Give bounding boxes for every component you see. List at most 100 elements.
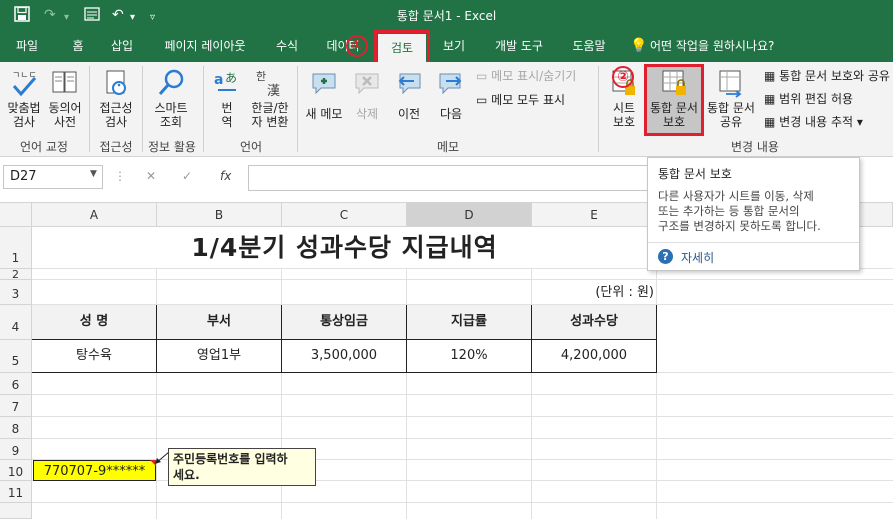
tab-view[interactable]: 보기 bbox=[434, 30, 474, 62]
window-title: 통합 문서1 - Excel bbox=[396, 9, 497, 23]
name-box[interactable]: D27 bbox=[3, 165, 103, 189]
row-header[interactable]: 8 bbox=[0, 417, 32, 439]
ribbon-tabs: 파일 홈 삽입 페이지 레이아웃 수식 데이터 검토 보기 개발 도구 도움말 … bbox=[0, 30, 893, 62]
cell-a10[interactable]: 770707-9****** bbox=[33, 460, 156, 481]
accessibility-check-button[interactable]: 접근성 검사 bbox=[92, 68, 140, 129]
comments-icon: ▭ bbox=[476, 93, 492, 107]
column-header[interactable]: D bbox=[407, 203, 532, 227]
tab-developer[interactable]: 개발 도구 bbox=[484, 30, 554, 62]
row-header[interactable]: 11 bbox=[0, 481, 32, 503]
table-cell[interactable]: 120% bbox=[407, 340, 531, 372]
select-all-corner[interactable] bbox=[0, 203, 32, 227]
magnifier-icon bbox=[158, 69, 184, 95]
comment-box[interactable]: 주민등록번호를 입력하 세요. bbox=[168, 448, 316, 486]
tab-home[interactable]: 홈 bbox=[58, 30, 98, 62]
group-insights-label: 정보 활용 bbox=[148, 140, 196, 154]
table-header-cell[interactable]: 부서 bbox=[157, 305, 281, 339]
row-header[interactable]: 10 bbox=[0, 460, 32, 481]
group-divider bbox=[297, 66, 298, 152]
thesaurus-button[interactable]: 동의어 사전 bbox=[46, 68, 84, 129]
svg-text:漢: 漢 bbox=[267, 84, 280, 98]
group-divider bbox=[598, 66, 599, 152]
track-changes-button[interactable]: ▦ 변경 내용 추적 ▾ bbox=[764, 114, 863, 130]
column-header[interactable]: A bbox=[32, 203, 157, 227]
spelling-button[interactable]: ㄱㄴㄷ 맞춤법 검사 bbox=[2, 68, 46, 129]
new-comment-icon bbox=[312, 73, 336, 95]
title-bar: ↷ ▾ ↶ ▾ ▿ 통합 문서1 - Excel bbox=[0, 0, 893, 30]
unit-label: (단위 : 원) bbox=[595, 285, 654, 300]
row-header[interactable]: 9 bbox=[0, 439, 32, 460]
smart-lookup-button[interactable]: 스마트 조회 bbox=[146, 68, 196, 129]
step-1-marker: ① bbox=[346, 35, 368, 57]
show-all-comments-button[interactable]: ▭ 메모 모두 표시 bbox=[476, 92, 565, 108]
insert-function-icon[interactable]: fx bbox=[220, 169, 231, 183]
spelling-icon: ㄱㄴㄷ bbox=[12, 71, 37, 97]
tab-insert[interactable]: 삽입 bbox=[100, 30, 144, 62]
tooltip-protect-workbook: 통합 문서 보호 다른 사용자가 시트를 이동, 삭제 또는 추가하는 등 통합… bbox=[647, 157, 860, 271]
show-hide-comment-button[interactable]: ▭ 메모 표시/숨기기 bbox=[476, 68, 576, 84]
tooltip-more-link[interactable]: 자세히 bbox=[681, 249, 714, 266]
tab-page-layout[interactable]: 페이지 레이아웃 bbox=[150, 30, 260, 62]
cancel-icon[interactable]: ✕ bbox=[146, 169, 156, 183]
row-header[interactable]: 4 bbox=[0, 305, 32, 340]
edit-ranges-icon: ▦ bbox=[764, 92, 780, 106]
new-comment-button[interactable]: 새 메모 bbox=[302, 68, 346, 121]
table-cell[interactable]: 탕수육 bbox=[32, 340, 156, 372]
column-header[interactable]: C bbox=[282, 203, 407, 227]
delete-comment-icon bbox=[355, 73, 379, 95]
column-header[interactable]: B bbox=[157, 203, 282, 227]
protect-share-workbook-button[interactable]: ▦ 통합 문서 보호와 공유 bbox=[764, 68, 890, 84]
gridline bbox=[32, 394, 893, 395]
step-2-marker: ② bbox=[612, 66, 634, 88]
column-header[interactable]: E bbox=[532, 203, 657, 227]
tooltip-title: 통합 문서 보호 bbox=[658, 167, 732, 181]
protect-share-icon: ▦ bbox=[764, 69, 780, 83]
row-header[interactable]: 1 bbox=[0, 227, 32, 269]
gridline bbox=[32, 480, 893, 481]
tab-formulas[interactable]: 수식 bbox=[266, 30, 308, 62]
allow-edit-ranges-button[interactable]: ▦ 범위 편집 허용 bbox=[764, 91, 853, 107]
share-workbook-button[interactable]: 통합 문서 공유 bbox=[704, 68, 758, 129]
row-header[interactable]: 6 bbox=[0, 373, 32, 395]
gridline bbox=[32, 279, 893, 280]
translate-button[interactable]: aあ 번 역 bbox=[208, 68, 246, 129]
highlight-review-tab bbox=[374, 30, 430, 66]
help-icon: ? bbox=[658, 249, 673, 264]
table-header-cell[interactable]: 통상임금 bbox=[282, 305, 406, 339]
name-box-dropdown-icon[interactable]: ▼ bbox=[90, 169, 97, 179]
enter-icon[interactable]: ✓ bbox=[182, 169, 192, 183]
formula-input[interactable] bbox=[248, 165, 648, 191]
hanja-icon: 한漢 bbox=[256, 70, 280, 99]
table-cell[interactable]: 3,500,000 bbox=[282, 340, 406, 372]
comment-toggle-icon: ▭ bbox=[476, 69, 492, 83]
highlight-protect-workbook bbox=[644, 64, 704, 136]
group-proofing-label: 언어 교정 bbox=[20, 140, 68, 154]
tell-me-search[interactable]: 어떤 작업을 원하시나요? bbox=[650, 30, 790, 62]
row-header[interactable] bbox=[0, 503, 32, 519]
tab-file[interactable]: 파일 bbox=[4, 30, 50, 62]
row-header[interactable]: 7 bbox=[0, 395, 32, 417]
delete-comment-button[interactable]: 삭제 bbox=[348, 68, 386, 121]
group-divider bbox=[89, 66, 90, 152]
group-language-label: 언어 bbox=[239, 140, 263, 154]
svg-text:あ: あ bbox=[225, 71, 237, 85]
row-header[interactable]: 3 bbox=[0, 280, 32, 305]
tooltip-divider bbox=[648, 242, 859, 243]
comment-text-line2: 세요. bbox=[173, 468, 200, 482]
table-cell[interactable]: 4,200,000 bbox=[532, 340, 656, 372]
row-header[interactable]: 5 bbox=[0, 340, 32, 373]
table-header-cell[interactable]: 성 명 bbox=[32, 305, 156, 339]
gridline bbox=[32, 438, 893, 439]
next-comment-button[interactable]: 다음 bbox=[432, 68, 470, 121]
share-workbook-icon bbox=[719, 70, 742, 98]
row-header[interactable]: 2 bbox=[0, 269, 32, 280]
previous-comment-button[interactable]: 이전 bbox=[390, 68, 428, 121]
svg-text:한: 한 bbox=[256, 70, 266, 83]
tab-help[interactable]: 도움말 bbox=[562, 30, 616, 62]
book-icon bbox=[52, 71, 77, 93]
tooltip-description: 다른 사용자가 시트를 이동, 삭제 또는 추가하는 등 통합 문서의 구조를 … bbox=[658, 189, 821, 233]
table-cell[interactable]: 영업1부 bbox=[157, 340, 281, 372]
table-header-cell[interactable]: 성과수당 bbox=[532, 305, 656, 339]
table-header-cell[interactable]: 지급률 bbox=[407, 305, 531, 339]
hangul-hanja-button[interactable]: 한漢 한글/한 자 변환 bbox=[246, 68, 294, 129]
